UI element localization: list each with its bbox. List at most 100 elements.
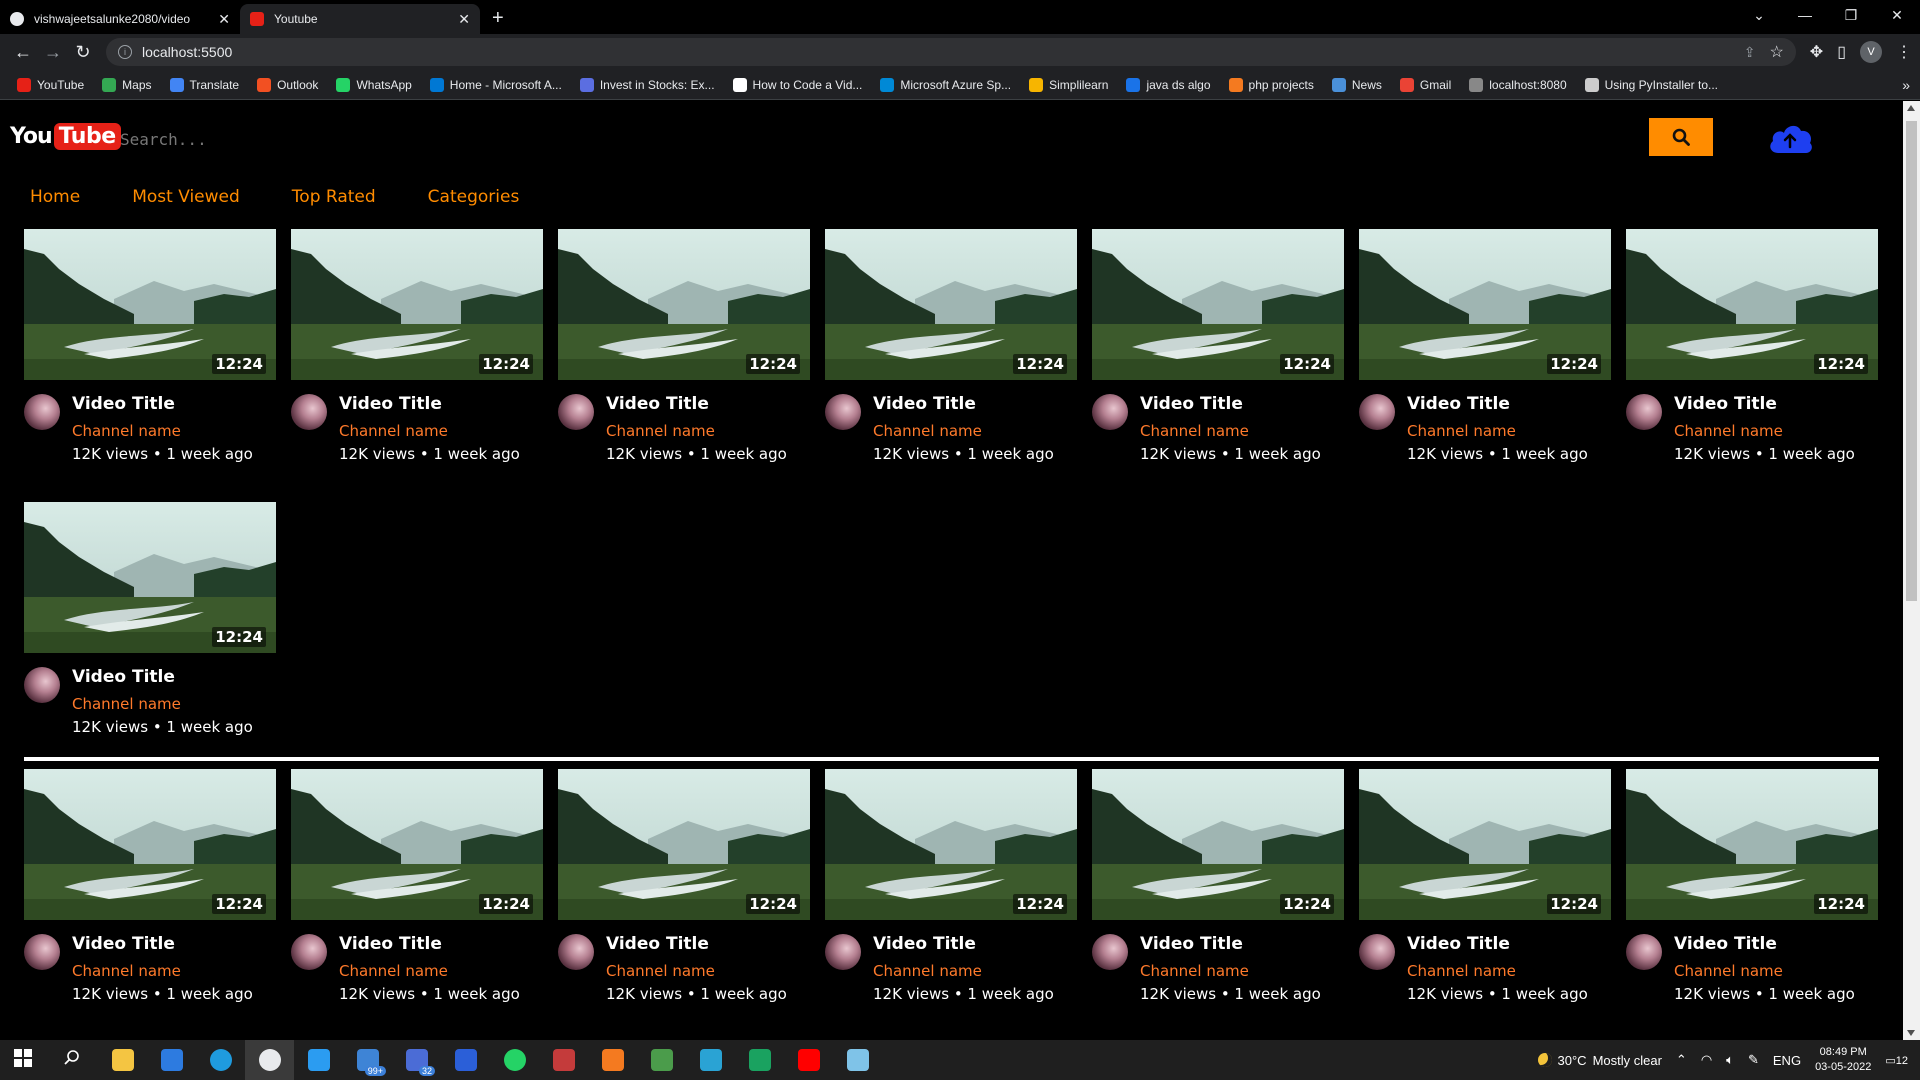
video-thumbnail[interactable]: 12:24 (1359, 229, 1611, 380)
channel-avatar[interactable] (1359, 394, 1395, 430)
video-title[interactable]: Video Title (72, 934, 253, 954)
search-button[interactable] (1649, 118, 1713, 156)
channel-avatar[interactable] (1359, 934, 1395, 970)
video-thumbnail[interactable]: 12:24 (1626, 229, 1878, 380)
video-title[interactable]: Video Title (1407, 934, 1588, 954)
video-thumbnail[interactable]: 12:24 (24, 769, 276, 920)
video-title[interactable]: Video Title (1674, 394, 1855, 414)
channel-avatar[interactable] (1626, 934, 1662, 970)
channel-name[interactable]: Channel name (72, 695, 253, 713)
search-input[interactable] (110, 121, 1630, 157)
volume-icon[interactable]: 🔈︎ (1726, 1052, 1734, 1068)
bookmark-item[interactable]: WhatsApp (329, 77, 418, 92)
channel-name[interactable]: Channel name (1140, 962, 1321, 980)
notifications-icon[interactable]: ▭12 (1885, 1054, 1908, 1067)
browser-tab-github[interactable]: vishwajeetsalunke2080/video ✕ (0, 4, 240, 34)
clock[interactable]: 08:49 PM 03-05-2022 (1815, 1045, 1871, 1075)
channel-name[interactable]: Channel name (339, 962, 520, 980)
channel-name[interactable]: Channel name (606, 422, 787, 440)
channel-avatar[interactable] (24, 667, 60, 703)
video-card[interactable]: 12:24 Video Title Channel name 12K views • … (24, 502, 276, 736)
video-thumbnail[interactable]: 12:24 (24, 229, 276, 380)
app-icon[interactable] (735, 1040, 784, 1080)
video-thumbnail[interactable]: 12:24 (291, 769, 543, 920)
video-title[interactable]: Video Title (72, 394, 253, 414)
word-icon[interactable] (441, 1040, 490, 1080)
video-thumbnail[interactable]: 12:24 (1092, 229, 1344, 380)
video-card[interactable]: 12:24 Video Title Channel name 12K views • … (1626, 769, 1878, 1003)
channel-avatar[interactable] (24, 394, 60, 430)
video-thumbnail[interactable]: 12:24 (1092, 769, 1344, 920)
video-title[interactable]: Video Title (1140, 934, 1321, 954)
channel-name[interactable]: Channel name (72, 962, 253, 980)
video-thumbnail[interactable]: 12:24 (558, 769, 810, 920)
nav-most-viewed[interactable]: Most Viewed (132, 187, 240, 207)
video-title[interactable]: Video Title (606, 394, 787, 414)
bookmark-item[interactable]: localhost:8080 (1462, 77, 1573, 92)
language-indicator[interactable]: ENG (1773, 1053, 1801, 1068)
forward-icon[interactable]: → (38, 42, 68, 63)
start-icon[interactable] (0, 1040, 49, 1080)
youtube-icon[interactable] (784, 1040, 833, 1080)
menu-icon[interactable]: ⋮ (1896, 42, 1912, 62)
channel-name[interactable]: Channel name (873, 962, 1054, 980)
video-card[interactable]: 12:24 Video Title Channel name 12K views • … (1359, 229, 1611, 463)
bookmark-item[interactable]: Invest in Stocks: Ex... (573, 77, 722, 92)
profile-avatar[interactable]: V (1860, 41, 1882, 63)
video-title[interactable]: Video Title (339, 934, 520, 954)
xampp-icon[interactable] (588, 1040, 637, 1080)
video-title[interactable]: Video Title (339, 394, 520, 414)
cloud-upload-icon[interactable] (1766, 119, 1814, 157)
weather-widget[interactable]: 30°C Mostly clear (1537, 1053, 1662, 1068)
git-icon[interactable] (637, 1040, 686, 1080)
bookmark-item[interactable]: java ds algo (1119, 77, 1217, 92)
video-card[interactable]: 12:24 Video Title Channel name 12K views • … (825, 229, 1077, 463)
channel-avatar[interactable] (825, 394, 861, 430)
bookmark-item[interactable]: Home - Microsoft A... (423, 77, 569, 92)
restore-icon[interactable]: ❐ (1828, 0, 1874, 30)
close-tab-icon[interactable]: ✕ (218, 11, 230, 28)
channel-name[interactable]: Channel name (1674, 422, 1855, 440)
channel-name[interactable]: Channel name (1674, 962, 1855, 980)
notepad-icon[interactable] (833, 1040, 882, 1080)
video-card[interactable]: 12:24 Video Title Channel name 12K views • … (24, 229, 276, 463)
search-icon[interactable] (49, 1040, 98, 1080)
bookmark-item[interactable]: Translate (163, 77, 247, 92)
file-explorer-icon[interactable] (98, 1040, 147, 1080)
bookmark-item[interactable]: Microsoft Azure Sp... (873, 77, 1018, 92)
scrollbar-thumb[interactable] (1906, 121, 1917, 601)
url-field[interactable]: i localhost:5500 ⇪ ☆ (106, 38, 1796, 66)
video-card[interactable]: 12:24 Video Title Channel name 12K views • … (558, 229, 810, 463)
side-panel-icon[interactable]: ▯ (1837, 42, 1846, 62)
bookmark-item[interactable]: Maps (95, 77, 158, 92)
bookmark-item[interactable]: How to Code a Vid... (726, 77, 870, 92)
video-card[interactable]: 12:24 Video Title Channel name 12K views • … (1626, 229, 1878, 463)
channel-name[interactable]: Channel name (606, 962, 787, 980)
video-card[interactable]: 12:24 Video Title Channel name 12K views • … (558, 769, 810, 1003)
virtualbox-icon[interactable] (686, 1040, 735, 1080)
video-title[interactable]: Video Title (1407, 394, 1588, 414)
bookmark-item[interactable]: Simplilearn (1022, 77, 1115, 92)
video-thumbnail[interactable]: 12:24 (1359, 769, 1611, 920)
channel-avatar[interactable] (558, 394, 594, 430)
video-thumbnail[interactable]: 12:24 (291, 229, 543, 380)
video-title[interactable]: Video Title (1140, 394, 1321, 414)
channel-avatar[interactable] (825, 934, 861, 970)
video-thumbnail[interactable]: 12:24 (558, 229, 810, 380)
channel-name[interactable]: Channel name (1407, 422, 1588, 440)
bookmark-item[interactable]: php projects (1222, 77, 1321, 92)
pen-icon[interactable]: ✎ (1748, 1052, 1759, 1068)
video-thumbnail[interactable]: 12:24 (1626, 769, 1878, 920)
video-card[interactable]: 12:24 Video Title Channel name 12K views • … (825, 769, 1077, 1003)
channel-name[interactable]: Channel name (1140, 422, 1321, 440)
video-thumbnail[interactable]: 12:24 (24, 502, 276, 653)
vertical-scrollbar[interactable] (1903, 101, 1920, 1040)
bookmark-item[interactable]: YouTube (10, 77, 91, 92)
whatsapp-icon[interactable] (490, 1040, 539, 1080)
share-icon[interactable]: ⇪ (1744, 44, 1756, 61)
video-card[interactable]: 12:24 Video Title Channel name 12K views • … (291, 769, 543, 1003)
bookmark-item[interactable]: News (1325, 77, 1389, 92)
youtube-logo[interactable]: You Tube (10, 123, 121, 150)
video-thumbnail[interactable]: 12:24 (825, 229, 1077, 380)
scroll-up-icon[interactable] (1907, 105, 1915, 111)
